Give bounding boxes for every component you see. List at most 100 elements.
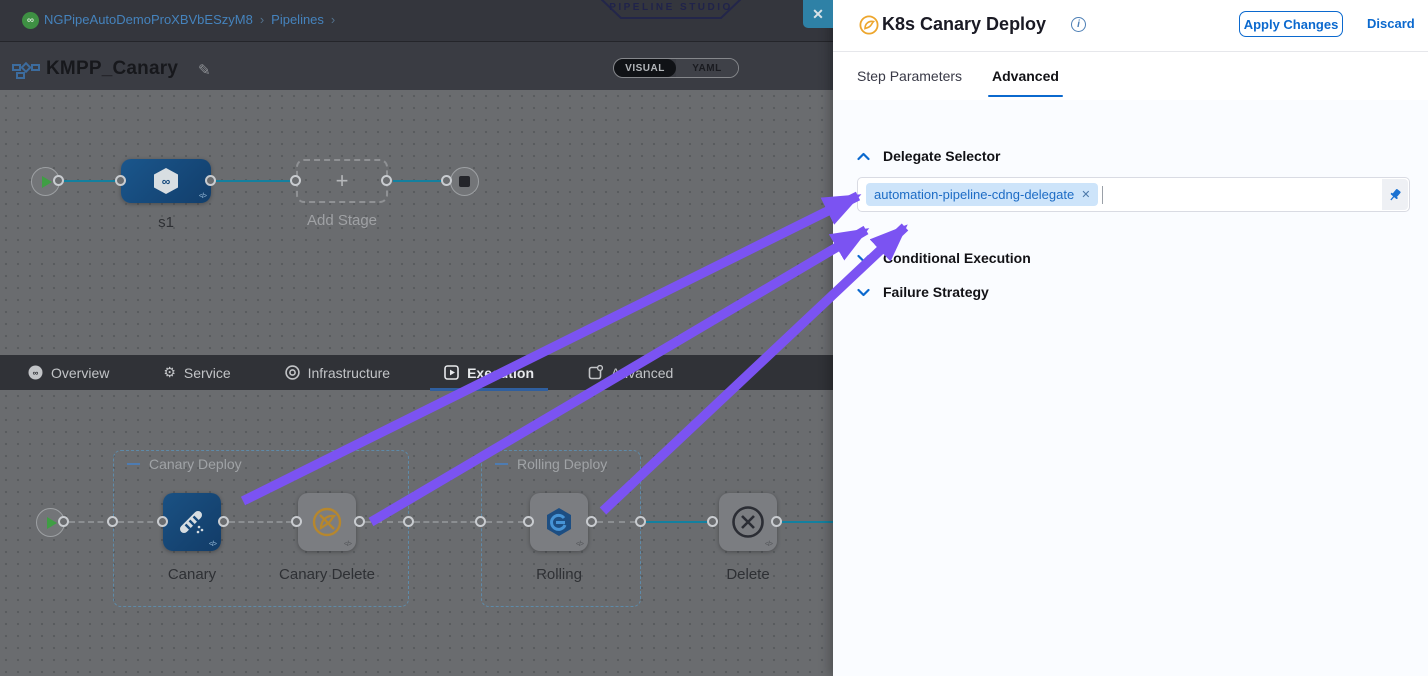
port: [475, 516, 486, 527]
port: [586, 516, 597, 527]
k8s-canary-deploy-icon: [859, 15, 879, 35]
stage-label: s1: [158, 214, 174, 231]
exec-edge: [597, 521, 636, 523]
step-node-rolling[interactable]: </>: [530, 493, 588, 551]
breadcrumb-separator: ›: [260, 12, 264, 27]
k8s-rolling-icon: [542, 505, 576, 539]
apply-changes-button[interactable]: Apply Changes: [1239, 11, 1343, 37]
discard-button[interactable]: Discard: [1367, 16, 1415, 31]
infrastructure-icon: [285, 365, 300, 380]
step-node-delete[interactable]: </>: [719, 493, 777, 551]
code-glyph: </>: [209, 541, 216, 548]
step-config-drawer: K8s Canary Deploy i Apply Changes Discar…: [833, 0, 1428, 676]
tab-advanced[interactable]: Advanced: [588, 365, 673, 381]
port: [635, 516, 646, 527]
port: [354, 516, 365, 527]
section-title: Conditional Execution: [883, 250, 1031, 266]
stage-tab-bar: ∞ Overview ⚙ Service Infrastructure Exec…: [0, 355, 833, 390]
port: [291, 516, 302, 527]
step-label: Canary: [168, 566, 216, 583]
tab-label: Advanced: [611, 365, 673, 381]
stage-node-s1[interactable]: ∞ </>: [121, 159, 211, 203]
tab-infrastructure[interactable]: Infrastructure: [285, 365, 390, 381]
port: [381, 175, 392, 186]
step-node-canary-delete[interactable]: </>: [298, 493, 356, 551]
section-failure-strategy[interactable]: Failure Strategy: [857, 284, 989, 300]
group-label-rolling-deploy[interactable]: Rolling Deploy: [495, 456, 607, 472]
exec-edge: [646, 521, 708, 523]
studio-badge-label: PIPELINE STUDIO: [598, 2, 744, 13]
exec-edge: [414, 521, 476, 523]
stage-graph-canvas[interactable]: [0, 90, 833, 355]
port: [290, 175, 301, 186]
group-label-canary-deploy[interactable]: Canary Deploy: [127, 456, 242, 472]
edit-pipeline-name-icon[interactable]: ✎: [198, 61, 211, 79]
port: [218, 516, 229, 527]
pin-icon: [1388, 188, 1402, 202]
canary-delete-icon: [311, 506, 343, 538]
pipeline-studio-canvas: ∞ NGPipeAutoDemoProXBVbESzyM8 › Pipeline…: [0, 0, 833, 676]
overview-icon: ∞: [28, 365, 43, 380]
step-node-canary[interactable]: </>: [163, 493, 221, 551]
delegate-selector-input[interactable]: automation-pipeline-cdng-delegate ✕: [857, 177, 1410, 212]
tab-label: Overview: [51, 365, 109, 381]
info-icon[interactable]: i: [1071, 17, 1086, 32]
group-title: Canary Deploy: [149, 456, 242, 472]
collapse-group-icon[interactable]: [127, 463, 140, 465]
graph-end-node: [450, 167, 479, 196]
tab-advanced[interactable]: Advanced: [992, 68, 1059, 84]
breadcrumb-pipelines-link[interactable]: Pipelines: [271, 12, 324, 27]
tab-overview[interactable]: ∞ Overview: [28, 365, 109, 381]
chevron-up-icon[interactable]: [857, 152, 870, 161]
play-icon: [47, 517, 57, 529]
svg-text:∞: ∞: [162, 175, 171, 189]
tab-step-parameters[interactable]: Step Parameters: [857, 68, 962, 84]
tab-label: Service: [184, 365, 231, 381]
step-group-canary-deploy[interactable]: [113, 450, 409, 607]
advanced-icon: [588, 365, 603, 380]
pin-toggle[interactable]: [1382, 179, 1408, 210]
graph-edge: [216, 180, 291, 182]
port: [53, 175, 64, 186]
add-stage-button[interactable]: +: [296, 159, 388, 203]
section-title: Failure Strategy: [883, 284, 989, 300]
port: [403, 516, 414, 527]
port: [157, 516, 168, 527]
chevron-down-icon[interactable]: [857, 254, 870, 263]
svg-text:∞: ∞: [33, 369, 39, 378]
port: [523, 516, 534, 527]
group-title: Rolling Deploy: [517, 456, 607, 472]
tab-service[interactable]: ⚙ Service: [163, 364, 230, 381]
port: [205, 175, 216, 186]
text-caret: [1102, 186, 1103, 204]
chevron-down-icon[interactable]: [857, 288, 870, 297]
code-glyph: </>: [199, 193, 206, 200]
port: [115, 175, 126, 186]
exec-edge: [365, 521, 404, 523]
tab-execution[interactable]: Execution: [444, 365, 534, 381]
toggle-visual[interactable]: VISUAL: [614, 59, 676, 77]
toggle-yaml[interactable]: YAML: [676, 59, 738, 77]
graph-edge: [64, 180, 121, 182]
drawer-title: K8s Canary Deploy: [882, 14, 1046, 35]
section-conditional-execution[interactable]: Conditional Execution: [857, 250, 1031, 266]
tab-label: Execution: [467, 365, 534, 381]
exec-edge: [486, 521, 524, 523]
breadcrumb: NGPipeAutoDemoProXBVbESzyM8 › Pipelines …: [44, 12, 335, 27]
breadcrumb-project-link[interactable]: NGPipeAutoDemoProXBVbESzyM8: [44, 12, 253, 27]
section-delegate-selector[interactable]: Delegate Selector: [857, 148, 1001, 164]
delegate-tag-chip[interactable]: automation-pipeline-cdng-delegate ✕: [866, 183, 1098, 206]
close-drawer-button[interactable]: ✕: [803, 0, 833, 28]
delete-step-icon: [730, 504, 766, 540]
drawer-header: K8s Canary Deploy i Apply Changes Discar…: [833, 0, 1428, 52]
plus-icon: +: [336, 168, 349, 194]
remove-tag-icon[interactable]: ✕: [1081, 188, 1090, 201]
port: [58, 516, 69, 527]
cd-stage-icon: ∞: [121, 159, 211, 203]
code-glyph: </>: [576, 541, 583, 548]
service-gear-icon: ⚙: [163, 364, 176, 381]
pipeline-studio-badge: PIPELINE STUDIO: [598, 0, 744, 19]
stop-icon: [459, 176, 470, 187]
k8s-canary-icon: [175, 505, 209, 539]
collapse-group-icon[interactable]: [495, 463, 508, 465]
